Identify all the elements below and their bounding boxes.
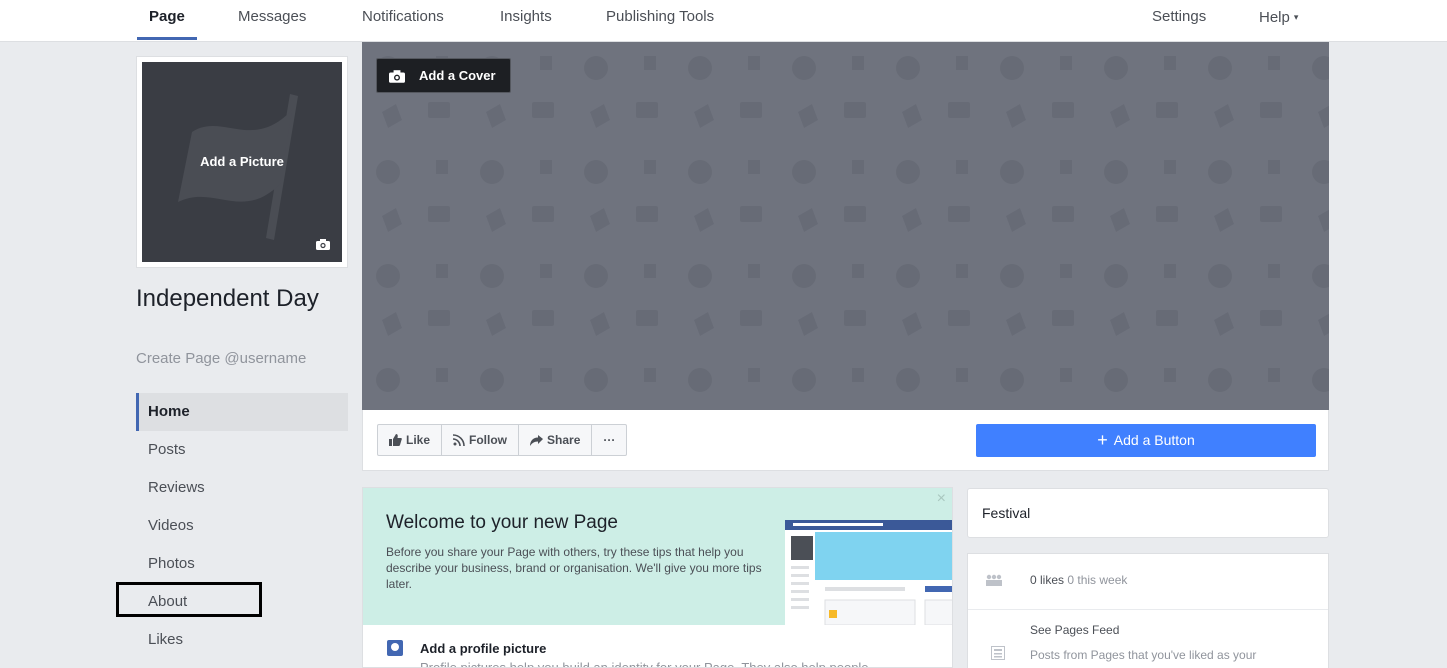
tab-publishing-tools[interactable]: Publishing Tools	[606, 0, 714, 42]
pages-feed-description: Posts from Pages that you've liked as yo…	[1030, 648, 1257, 662]
sidebar-item-posts[interactable]: Posts	[136, 431, 348, 469]
welcome-text: Before you share your Page with others, …	[386, 545, 762, 591]
tab-messages[interactable]: Messages	[238, 0, 306, 42]
add-picture-label: Add a Picture	[200, 154, 284, 169]
rss-icon	[452, 434, 465, 447]
camera-icon[interactable]	[316, 239, 330, 250]
like-label: Like	[406, 433, 431, 447]
page-stats-card: 0 likes 0 this week See Pages Feed Posts…	[967, 553, 1329, 668]
follow-label: Follow	[469, 433, 508, 447]
cover-pattern	[362, 42, 1329, 410]
likes-total: 0 likes	[1030, 573, 1065, 587]
likes-this-week: 0 this week	[1067, 573, 1128, 587]
tip-description: Profile pictures help you build an ident…	[420, 660, 869, 668]
top-navigation: Page Messages Notifications Insights Pub…	[0, 0, 1447, 42]
camera-icon	[389, 70, 405, 83]
create-username-link[interactable]: Create Page @username	[136, 350, 306, 367]
profile-picture-placeholder: Add a Picture	[142, 62, 342, 262]
sidebar-item-about[interactable]: About	[136, 583, 348, 621]
add-cover-label: Add a Cover	[419, 68, 496, 83]
welcome-title: Welcome to your new Page	[386, 512, 618, 533]
help-menu[interactable]: Help ▾	[1259, 0, 1298, 42]
tab-settings[interactable]: Settings	[1152, 0, 1206, 42]
people-icon	[986, 574, 1002, 586]
follow-button[interactable]: Follow	[442, 425, 520, 455]
page-title: Independent Day	[136, 285, 319, 312]
page-actions-group: Like Follow Share ···	[377, 424, 628, 456]
sidebar-item-home[interactable]: Home	[136, 393, 348, 431]
profile-picture[interactable]: Add a Picture	[136, 56, 348, 268]
add-a-button[interactable]: + Add a Button	[976, 424, 1316, 457]
welcome-banner: Welcome to your new Page Before you shar…	[363, 488, 952, 625]
see-pages-feed-link[interactable]: See Pages Feed	[1030, 623, 1119, 637]
sidebar-item-videos[interactable]: Videos	[136, 507, 348, 545]
more-options-button[interactable]: ···	[592, 425, 626, 455]
plus-icon: +	[1097, 430, 1108, 450]
likes-row: 0 likes 0 this week	[968, 554, 1328, 610]
tip-title[interactable]: Add a profile picture	[420, 641, 546, 656]
share-arrow-icon	[530, 435, 544, 446]
chevron-down-icon: ▾	[1293, 12, 1299, 22]
page-category[interactable]: Festival	[967, 488, 1329, 538]
close-icon[interactable]: ×	[937, 490, 946, 508]
sidebar-item-likes[interactable]: Likes	[136, 621, 348, 659]
page-action-bar: Like Follow Share ··· + Add a Button	[362, 410, 1329, 471]
add-cover-button[interactable]: Add a Cover	[376, 58, 511, 93]
add-button-label: Add a Button	[1113, 432, 1195, 448]
like-button[interactable]: Like	[378, 425, 443, 455]
tab-notifications[interactable]: Notifications	[362, 0, 444, 42]
share-button[interactable]: Share	[519, 425, 593, 455]
tab-page[interactable]: Page	[137, 0, 197, 42]
sidebar-item-reviews[interactable]: Reviews	[136, 469, 348, 507]
profile-picture-icon	[387, 640, 403, 656]
help-label: Help	[1259, 9, 1290, 26]
thumbs-up-icon	[389, 434, 402, 446]
feed-icon	[991, 646, 1005, 660]
sidebar-item-photos[interactable]: Photos	[136, 545, 348, 583]
cover-photo[interactable]: Add a Cover	[362, 42, 1329, 410]
tab-insights[interactable]: Insights	[500, 0, 552, 42]
page-illustration	[785, 520, 952, 625]
likes-count: 0 likes 0 this week	[1030, 573, 1127, 587]
share-label: Share	[547, 433, 581, 447]
page-sidebar-nav: Home Posts Reviews Videos Photos About L…	[136, 393, 348, 659]
welcome-card: Welcome to your new Page Before you shar…	[362, 487, 953, 668]
